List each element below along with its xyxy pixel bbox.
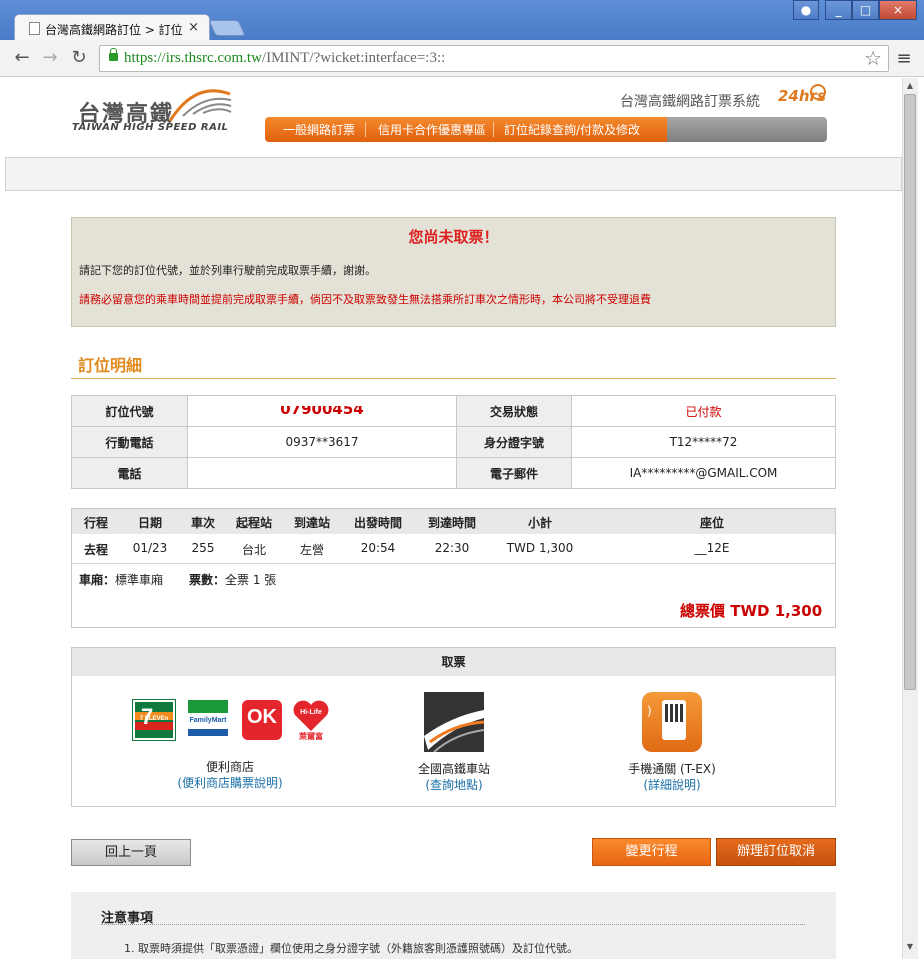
station-lookup-link[interactable]: (查詢地點) <box>404 776 504 793</box>
cell-date: 01/23 <box>132 541 168 555</box>
nav-credit-card-promo[interactable]: 信用卡合作優惠專區 <box>378 121 486 138</box>
sub-bar <box>5 157 902 191</box>
lock-icon <box>109 48 118 61</box>
cell-destination: 左營 <box>299 543 324 557</box>
hilife-logo: Hi-Life 萊爾富 <box>292 700 330 741</box>
table-row: 訂位代號 07900454 交易狀態 已付款 <box>71 395 836 427</box>
email-value: IA*********@GMAIL.COM <box>571 457 836 489</box>
nav-general-booking[interactable]: 一般網路訂票 <box>283 121 355 138</box>
section-title: 訂位明細 <box>78 356 143 375</box>
seven-eleven-logo: 7 7 ELEVEn <box>132 699 176 741</box>
notice-title: 您尚未取票！ <box>408 228 499 246</box>
familymart-logo: FamilyMart <box>188 700 228 740</box>
mobile-label: 行動電話 <box>71 426 188 458</box>
status-label: 交易狀態 <box>456 395 572 427</box>
back-arrow-icon[interactable]: ← <box>11 46 33 70</box>
change-itinerary-button[interactable]: 變更行程 <box>592 838 711 866</box>
user-icon[interactable]: ● <box>793 0 819 20</box>
convenience-store-label: 便利商店 <box>205 760 254 774</box>
cell-seat: __12E <box>694 541 730 555</box>
section-divider <box>71 378 836 379</box>
thsr-station-icon <box>424 692 485 753</box>
nav-divider <box>493 122 494 137</box>
pickup-title: 取票 <box>72 648 835 676</box>
email-label: 電子郵件 <box>456 457 572 489</box>
convenience-store-help-link[interactable]: (便利商店購票說明) <box>170 774 290 791</box>
scrollbar-thumb[interactable] <box>904 94 916 690</box>
mobile-tex-label: 手機通關 (T-EX) <box>628 762 716 776</box>
scroll-down-icon[interactable]: ▼ <box>902 939 918 955</box>
cancel-booking-button[interactable]: 辦理訂位取消 <box>716 838 836 866</box>
total-price: 總票價 TWD 1,300 <box>680 602 823 620</box>
maximize-button[interactable]: □ <box>852 0 879 20</box>
ok-mart-logo: OK <box>242 700 282 740</box>
col-header-leg: 行程 <box>83 516 108 530</box>
back-button[interactable]: 回上一頁 <box>71 839 191 866</box>
col-header-depart-time: 出發時間 <box>353 516 402 530</box>
status-value: 已付款 <box>571 395 836 427</box>
col-header-train: 車次 <box>190 516 215 530</box>
booking-code-value: 07900454 <box>187 395 457 427</box>
id-number-value: T12*****72 <box>571 426 836 458</box>
page-icon <box>29 22 40 35</box>
trip-extra-info: 車廂：標準車廂 票數：全票 1 張 <box>79 573 277 587</box>
mobile-tex-help-link[interactable]: (詳細說明) <box>622 776 722 793</box>
notice-warning: 請務必留意您的乘車時間並提前完成取票手續，倘因不及取票致發生無法搭乘所訂車次之情… <box>79 293 651 306</box>
id-number-label: 身分證字號 <box>456 426 572 458</box>
cell-depart-time: 20:54 <box>360 541 396 555</box>
col-header-seat: 座位 <box>699 516 724 530</box>
nav-booking-query[interactable]: 訂位紀錄查詢/付款及修改 <box>504 121 640 138</box>
nav-divider <box>365 122 366 137</box>
mobile-tex-icon: ) <box>642 692 702 752</box>
main-nav-filler <box>667 117 827 142</box>
bookmark-star-icon[interactable]: ☆ <box>864 46 882 70</box>
table-row: 行動電話 0937**3617 身分證字號 T12*****72 <box>71 426 836 458</box>
booking-code-label: 訂位代號 <box>71 395 188 427</box>
booking-table: 訂位代號 07900454 交易狀態 已付款 行動電話 0937**3617 身… <box>71 395 836 489</box>
tab-close-icon[interactable]: × <box>188 20 199 35</box>
col-header-origin: 起程站 <box>235 516 272 530</box>
clock-icon <box>810 84 826 100</box>
col-header-date: 日期 <box>137 516 162 530</box>
minimize-button[interactable]: _ <box>825 0 852 20</box>
mobile-value: 0937**3617 <box>187 426 457 458</box>
tab-title: 台灣高鐵網路訂位 > 訂位 <box>45 23 183 37</box>
cell-subtotal: TWD 1,300 <box>506 541 574 555</box>
cell-arrive-time: 22:30 <box>434 541 470 555</box>
menu-icon[interactable]: ≡ <box>894 48 914 69</box>
notes-divider <box>101 924 805 925</box>
notice-message: 請記下您的訂位代號，並於列車行駛前完成取票手續，謝謝。 <box>79 264 376 277</box>
col-header-arrive-time: 到達時間 <box>427 516 476 530</box>
phone-value <box>187 457 457 489</box>
cell-leg: 去程 <box>83 543 108 557</box>
cell-origin: 台北 <box>241 543 266 557</box>
phone-label: 電話 <box>71 457 188 489</box>
thsr-station-label: 全國高鐵車站 <box>417 762 490 776</box>
cell-train: 255 <box>191 541 215 555</box>
system-title: 台灣高鐵網路訂票系統 <box>620 94 760 110</box>
col-header-destination: 到達站 <box>293 516 330 530</box>
note-item: 1. 取票時須提供「取票憑證」欄位使用之身分證字號（外籍旅客則憑護照號碼）及訂位… <box>124 942 578 955</box>
close-window-button[interactable]: × <box>879 0 917 20</box>
forward-arrow-icon[interactable]: → <box>39 46 61 70</box>
trip-divider <box>72 563 835 564</box>
address-bar[interactable]: https://irs.thsrc.com.tw/IMINT/?wicket:i… <box>99 45 889 72</box>
scroll-up-icon[interactable]: ▲ <box>902 78 918 94</box>
browser-tab[interactable]: 台灣高鐵網路訂位 > 訂位 × <box>14 14 210 42</box>
col-header-subtotal: 小計 <box>527 516 552 530</box>
reload-icon[interactable]: ↻ <box>68 46 90 70</box>
url-text: https://irs.thsrc.com.tw/IMINT/?wicket:i… <box>124 50 446 66</box>
table-row: 電話 電子郵件 IA*********@GMAIL.COM <box>71 457 836 489</box>
thsr-logo-icon <box>168 89 232 122</box>
